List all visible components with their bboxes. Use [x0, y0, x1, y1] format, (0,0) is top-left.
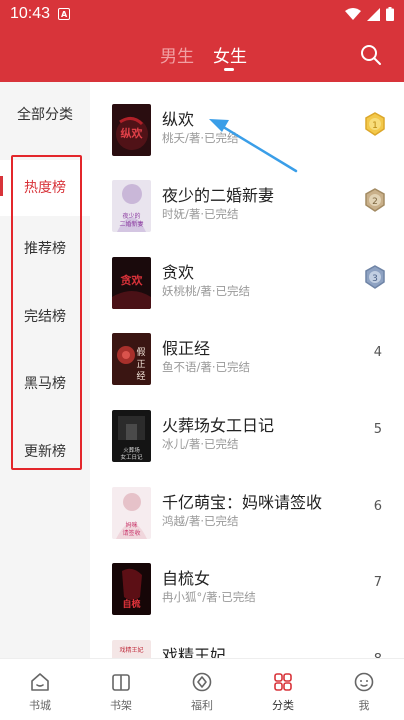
book-row[interactable]: 假 正 经 假正经 鱼不语/著·已完结 4 — [90, 333, 404, 409]
book-title: 纵欢 — [162, 110, 195, 129]
status-bar: 10:43 A — [0, 0, 404, 28]
svg-text:1: 1 — [372, 121, 378, 131]
tab-female[interactable]: 女生 — [213, 42, 247, 67]
rank-number: 4 — [373, 345, 382, 360]
book-title: 自梳女 — [162, 569, 211, 588]
nav-bookshelf[interactable]: 书架 — [81, 659, 161, 720]
silver-medal-icon: 2 — [365, 188, 385, 212]
book-row[interactable]: 纵欢 纵欢 桃夭/著·已完结 1 — [90, 104, 404, 180]
sidebar-active-indicator — [0, 176, 3, 196]
book-title: 火葬场女工日记 — [162, 416, 275, 435]
sidebar-item-hot[interactable]: 热度榜 — [0, 160, 90, 216]
book-row[interactable]: 戏精王妃 戏精王妃 8 — [90, 640, 404, 658]
book-row[interactable]: 夜少的 二婚新妻 夜少的二婚新妻 时妩/著·已完结 2 — [90, 180, 404, 256]
book-meta: 鱼不语/著·已完结 — [162, 360, 251, 374]
svg-text:经: 经 — [136, 370, 145, 382]
home-icon — [31, 673, 49, 691]
book-cover: 假 正 经 — [112, 333, 151, 385]
svg-text:二婚新妻: 二婚新妻 — [119, 220, 143, 228]
search-icon[interactable] — [360, 44, 382, 66]
book-list: 纵欢 纵欢 桃夭/著·已完结 1 夜少的 二婚新妻 夜少的二婚新妻 时妩/著·已… — [90, 82, 404, 658]
profile-icon — [354, 672, 374, 692]
bottom-nav: 书城 书架 福利 分类 我 — [0, 658, 404, 720]
sidebar-item-update[interactable]: 更新榜 — [0, 441, 90, 463]
gift-icon — [192, 672, 212, 692]
sidebar-item-darkhorse[interactable]: 黑马榜 — [0, 373, 90, 395]
book-title: 贪欢 — [162, 263, 195, 282]
app-header: 10:43 A 男生 女生 — [0, 0, 404, 82]
notification-a-icon: A — [58, 8, 71, 20]
tab-male[interactable]: 男生 — [160, 42, 194, 67]
book-cover: 火葬场 女工日记 — [112, 410, 151, 462]
book-meta: 鸿越/著·已完结 — [162, 514, 239, 528]
book-title: 夜少的二婚新妻 — [162, 186, 275, 205]
book-meta: 冰儿/著·已完结 — [162, 437, 239, 451]
svg-text:戏精王妃: 戏精王妃 — [119, 646, 143, 654]
rank-number: 5 — [373, 422, 382, 437]
rank-number: 6 — [373, 499, 382, 514]
book-row[interactable]: 自梳 自梳女 冉小狐°/著·已完结 7 — [90, 563, 404, 639]
book-row[interactable]: 火葬场 女工日记 火葬场女工日记 冰儿/著·已完结 5 — [90, 410, 404, 486]
book-cover: 夜少的 二婚新妻 — [112, 180, 151, 232]
svg-text:妈咪: 妈咪 — [125, 521, 137, 529]
svg-text:贪欢: 贪欢 — [120, 273, 144, 287]
svg-text:火葬场: 火葬场 — [123, 446, 140, 454]
nav-welfare[interactable]: 福利 — [162, 659, 242, 720]
grid-icon — [274, 673, 292, 691]
nav-profile[interactable]: 我 — [324, 659, 404, 720]
svg-text:夜少的: 夜少的 — [122, 212, 140, 220]
svg-text:假: 假 — [136, 347, 145, 358]
gold-medal-icon: 1 — [365, 112, 385, 136]
nav-label: 我 — [358, 699, 370, 712]
book-title: 假正经 — [162, 339, 211, 358]
book-meta: 桃夭/著·已完结 — [162, 131, 239, 145]
svg-text:纵欢: 纵欢 — [121, 126, 144, 140]
bronze-medal-icon: 3 — [365, 265, 385, 289]
book-title: 千亿萌宝：妈咪请签收 — [162, 493, 323, 512]
book-cover: 妈咪 请签收 — [112, 487, 151, 539]
book-cover: 贪欢 — [112, 257, 151, 309]
nav-category[interactable]: 分类 — [243, 659, 323, 720]
nav-label: 书城 — [29, 699, 51, 712]
nav-bookstore[interactable]: 书城 — [0, 659, 80, 720]
svg-text:2: 2 — [372, 197, 378, 207]
svg-text:正: 正 — [136, 360, 145, 370]
book-cover: 纵欢 — [112, 104, 151, 156]
nav-label: 分类 — [272, 699, 294, 712]
svg-text:3: 3 — [372, 274, 378, 284]
status-time: 10:43 — [10, 5, 51, 22]
signal-icon — [367, 7, 380, 21]
nav-label: 书架 — [110, 699, 132, 712]
book-row[interactable]: 贪欢 贪欢 妖桃桃/著·已完结 3 — [90, 257, 404, 333]
tab-indicator — [224, 68, 234, 71]
nav-label: 福利 — [191, 699, 213, 712]
category-sidebar: 全部分类 热度榜 推荐榜 完结榜 黑马榜 更新榜 — [0, 82, 90, 658]
bookshelf-icon — [112, 674, 130, 691]
book-cover: 自梳 — [112, 563, 151, 615]
book-meta: 时妩/著·已完结 — [162, 207, 239, 221]
book-row[interactable]: 妈咪 请签收 千亿萌宝：妈咪请签收 鸿越/著·已完结 6 — [90, 487, 404, 563]
sidebar-item-finished[interactable]: 完结榜 — [0, 306, 90, 328]
book-meta: 冉小狐°/著·已完结 — [162, 590, 256, 604]
svg-text:自梳: 自梳 — [122, 598, 140, 610]
svg-text:女工日记: 女工日记 — [120, 453, 143, 461]
sidebar-item-all[interactable]: 全部分类 — [0, 104, 90, 126]
book-title: 戏精王妃 — [162, 646, 227, 658]
svg-text:请签收: 请签收 — [122, 529, 140, 537]
sidebar-item-recommend[interactable]: 推荐榜 — [0, 238, 90, 260]
book-meta: 妖桃桃/著·已完结 — [162, 284, 251, 298]
book-cover: 戏精王妃 — [112, 640, 151, 658]
battery-icon — [386, 7, 394, 21]
rank-number: 7 — [373, 575, 382, 590]
wifi-icon — [345, 8, 361, 20]
